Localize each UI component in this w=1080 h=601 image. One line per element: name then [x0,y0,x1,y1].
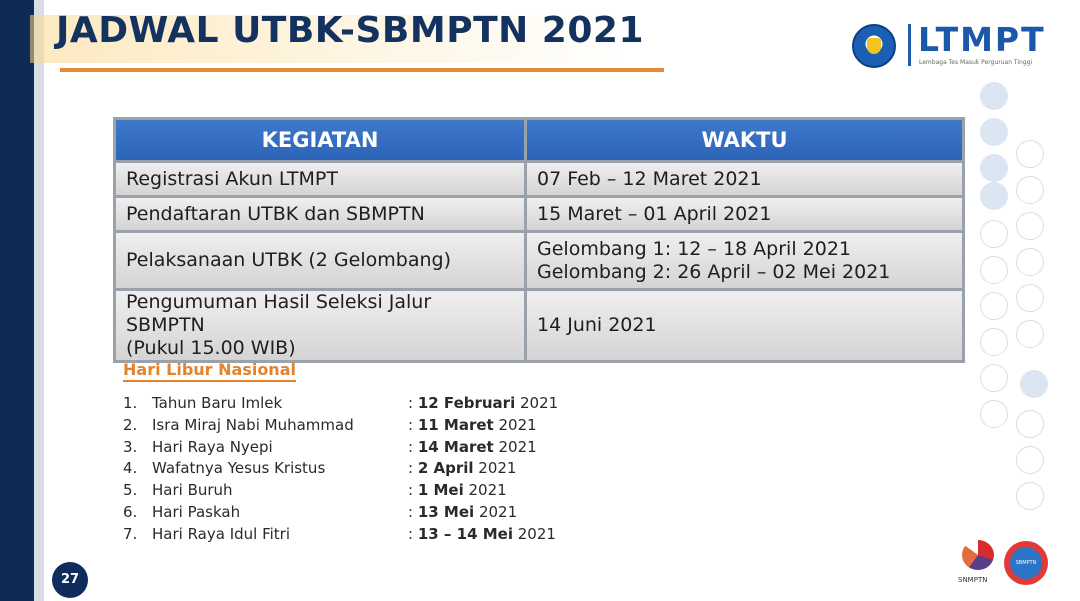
activity-line: (Pukul 15.00 WIB) [126,337,296,359]
page-number-badge: 27 [52,562,88,598]
snmptn-swirl-icon [962,540,994,570]
title-underline [60,68,664,72]
activity-line: Pengumuman Hasil Seleksi Jalur SBMPTN [126,291,432,336]
decorative-dots [970,80,1070,520]
holiday-name: Tahun Baru Imlek [152,394,283,412]
logo-subtitle: Lembaga Tes Masuk Perguruan Tinggi [919,59,1033,66]
item-number: 3. [123,437,138,456]
page-title: JADWAL UTBK-SBMPTN 2021 [56,10,644,51]
time-cell: 07 Feb – 12 Maret 2021 [527,163,962,195]
left-gray-bar [34,0,44,601]
sbmptn-logo: SBMPTN [1004,541,1048,585]
item-number: 2. [123,415,138,434]
activity-cell: Pendaftaran UTBK dan SBMPTN [116,198,524,230]
holiday-date: : 14 Maret 2021 [408,437,537,456]
ltmpt-logo: LTMPT Lembaga Tes Masuk Perguruan Tinggi [852,20,1052,72]
time-cell: Gelombang 1: 12 – 18 April 2021 Gelomban… [527,233,962,288]
holiday-section-title: Hari Libur Nasional [123,360,296,382]
logo-text: LTMPT [918,20,1046,59]
column-header-kegiatan: KEGIATAN [116,120,524,160]
item-number: 1. [123,394,138,412]
left-navy-bar [0,0,34,601]
holiday-name: Hari Buruh [152,481,233,500]
logo-divider [908,24,911,66]
item-number: 5. [123,481,138,500]
holiday-name: Isra Miraj Nabi Muhammad [152,415,354,434]
holiday-date: : 13 Mei 2021 [408,502,518,521]
time-cell: 15 Maret – 01 April 2021 [527,198,962,230]
holiday-date: : 13 – 14 Mei 2021 [408,524,556,543]
table-header-row: KEGIATAN WAKTU [116,120,962,160]
time-line: Gelombang 2: 26 April – 02 Mei 2021 [537,260,891,283]
holiday-date: : 2 April 2021 [408,459,517,478]
time-line: Gelombang 1: 12 – 18 April 2021 [537,237,851,260]
holiday-date: : 1 Mei 2021 [408,481,507,500]
snmptn-label: SNMPTN [958,576,988,584]
holiday-date: : 12 Februari 2021 [408,394,559,412]
activity-cell: Registrasi Akun LTMPT [116,163,524,195]
holiday-name: Hari Raya Idul Fitri [152,524,291,543]
activity-cell: Pelaksanaan UTBK (2 Gelombang) [116,233,524,288]
item-number: 7. [123,524,138,543]
time-cell: 14 Juni 2021 [527,291,962,360]
holiday-date: : 11 Maret 2021 [408,415,537,434]
sbmptn-label: SBMPTN [1010,547,1042,579]
holiday-name: Hari Raya Nyepi [152,437,273,456]
table-row: Pengumuman Hasil Seleksi Jalur SBMPTN (P… [116,291,962,360]
item-number: 4. [123,459,138,478]
snmptn-logo: SNMPTN [958,538,998,590]
table-row: Pendaftaran UTBK dan SBMPTN 15 Maret – 0… [116,198,962,230]
holiday-name: Hari Paskah [152,502,241,521]
item-number: 6. [123,502,138,521]
activity-cell: Pengumuman Hasil Seleksi Jalur SBMPTN (P… [116,291,524,360]
holiday-name: Wafatnya Yesus Kristus [152,459,326,478]
table-row: Pelaksanaan UTBK (2 Gelombang) Gelombang… [116,233,962,288]
tut-wuri-emblem-icon [852,24,896,68]
schedule-table: KEGIATAN WAKTU Registrasi Akun LTMPT 07 … [113,117,965,363]
column-header-waktu: WAKTU [527,120,962,160]
table-row: Registrasi Akun LTMPT 07 Feb – 12 Maret … [116,163,962,195]
